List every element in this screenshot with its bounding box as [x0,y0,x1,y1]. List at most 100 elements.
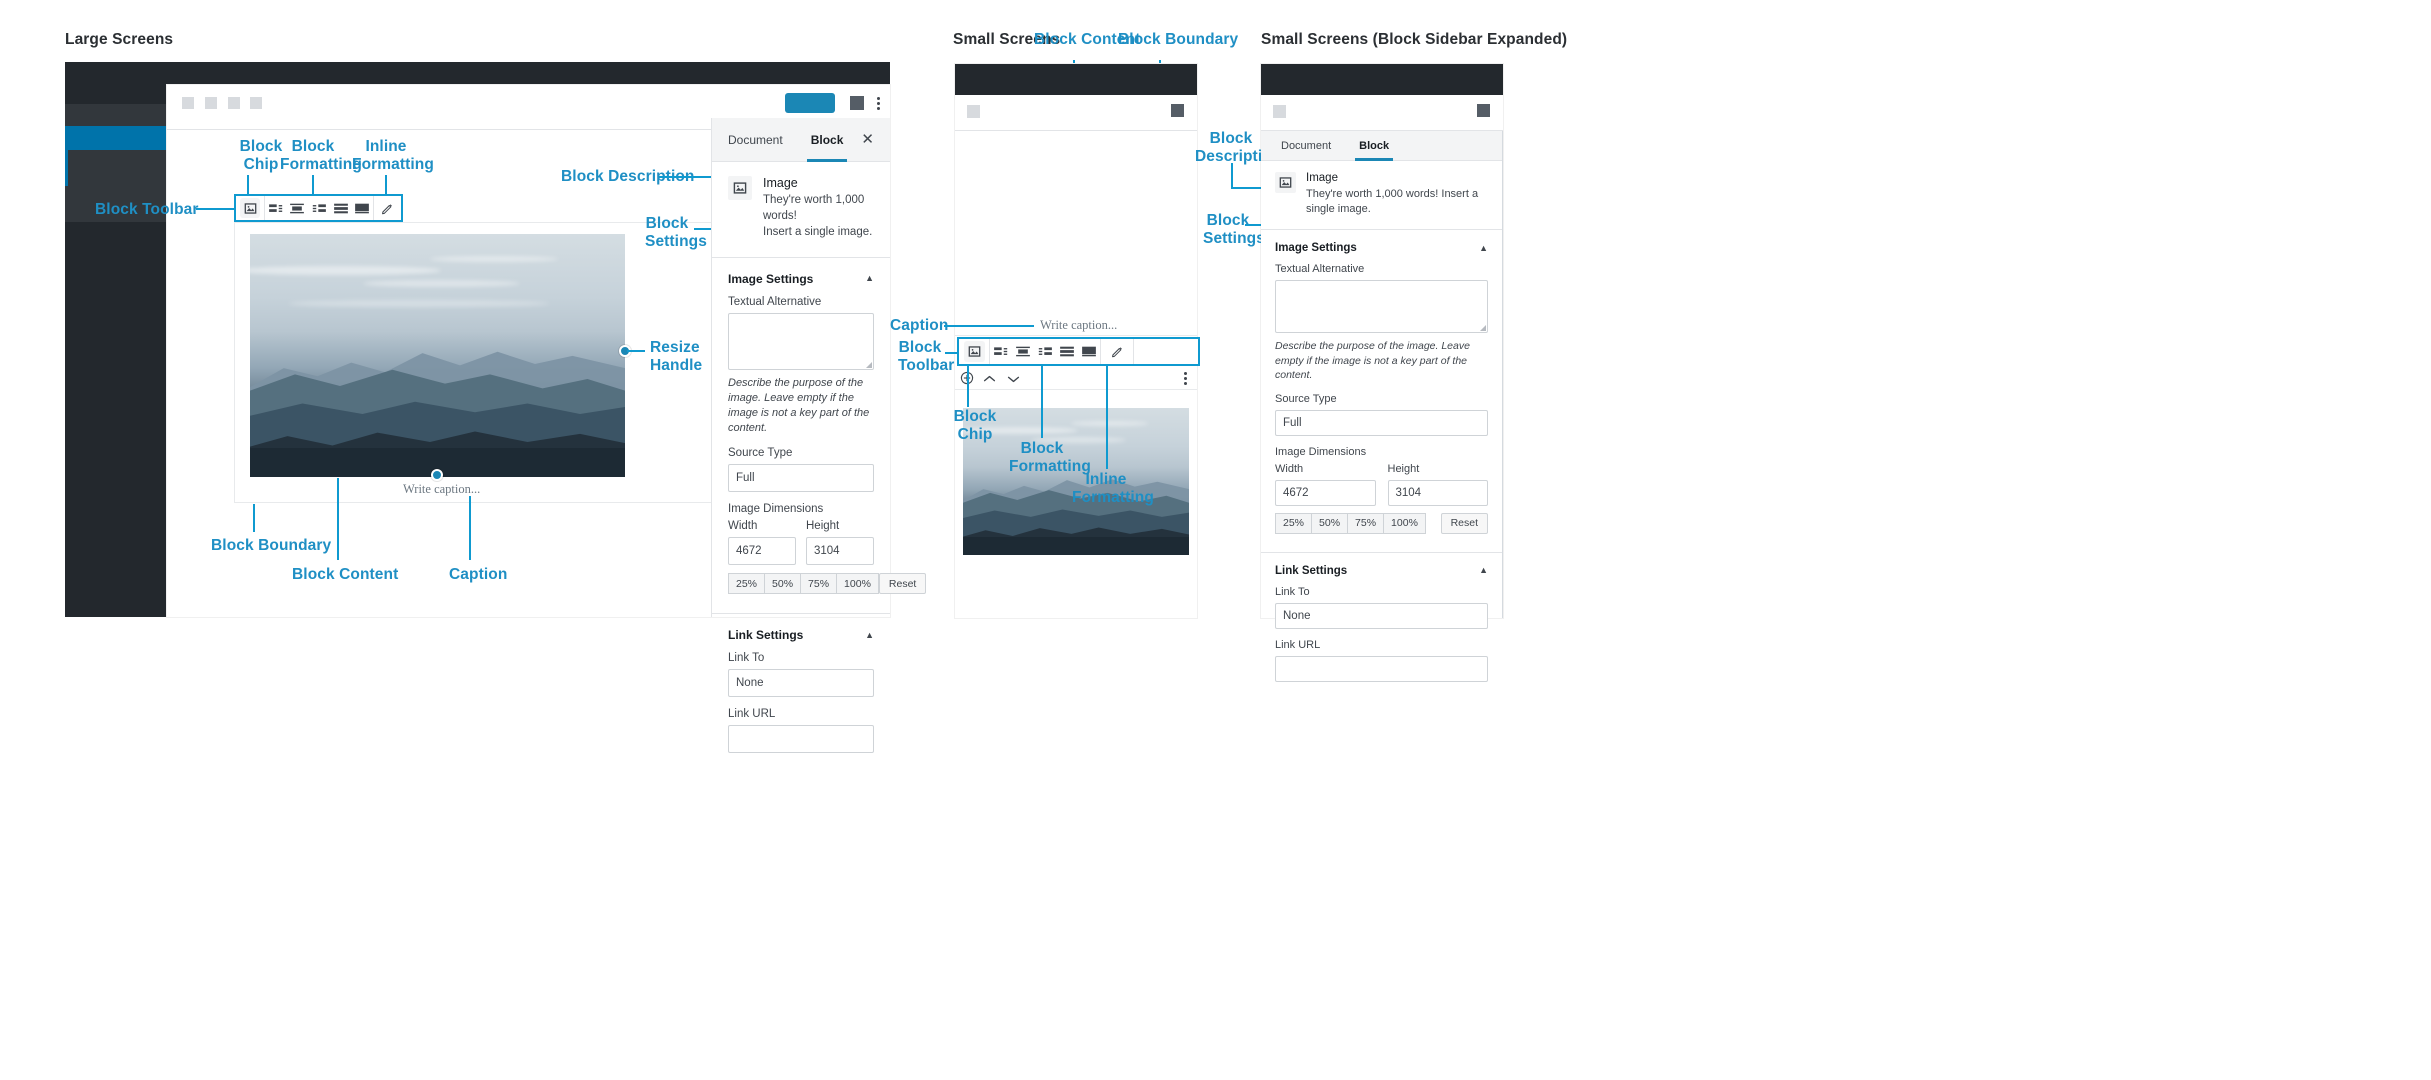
height-label-expanded: Height [1387,462,1420,475]
link-to-select-expanded[interactable]: None [1275,602,1488,629]
source-type-select-expanded[interactable]: Full [1275,409,1488,436]
link-settings-heading-expanded: Link Settings [1275,564,1348,577]
toolbar-align-left-large[interactable] [265,196,287,220]
caption-placeholder-large[interactable]: Write caption... [403,482,480,497]
scale-75-expanded[interactable]: 75% [1347,512,1385,534]
align-wide-icon [333,203,348,213]
toolbar-align-center-large[interactable] [287,196,309,220]
scale-50-expanded[interactable]: 50% [1311,512,1349,534]
link-settings-header-large[interactable]: Link Settings ▲ [712,614,890,652]
link-to-select-large[interactable]: None [728,669,874,698]
toolbar-block-chip-small[interactable] [959,339,989,364]
block-toolbar-large[interactable] [234,194,403,222]
textual-alternative-field-expanded: Textual Alternative Describe the purpose… [1261,263,1502,382]
block-description-card-expanded: Image They're worth 1,000 words! Insert … [1261,161,1502,231]
link-settings-header-expanded[interactable]: Link Settings ▲ [1261,553,1502,586]
scale-25-large[interactable]: 25% [728,573,766,595]
textual-alternative-label-expanded: Textual Alternative [1275,263,1365,276]
settings-toggle-large[interactable] [850,96,864,110]
block-content-image-large[interactable] [250,234,625,477]
annotation-block-chip-small: Block Chip [953,408,997,444]
link-url-input-large[interactable] [728,725,874,754]
caret-up-icon[interactable]: ▲ [1479,566,1488,575]
width-input-large[interactable]: 4672 [728,537,796,566]
annotation-block-formatting-large: Block Formatting [280,138,362,174]
caret-up-icon[interactable]: ▲ [865,630,874,640]
scale-25-expanded[interactable]: 25% [1275,512,1313,534]
link-url-input-expanded[interactable] [1275,655,1488,682]
scale-100-large[interactable]: 100% [836,573,879,595]
toolbar-align-full-small[interactable] [1078,339,1100,364]
toolbar-align-left-small[interactable] [990,339,1012,364]
link-url-label-expanded: Link URL [1275,638,1321,651]
mobile-admin-bar-small [955,64,1197,95]
toolbar-edit-pencil-large[interactable] [374,196,401,220]
more-options-large[interactable] [871,94,885,112]
header-placeholder-1[interactable] [182,97,194,109]
tab-document-large[interactable]: Document [728,118,797,161]
scale-75-large[interactable]: 75% [800,573,838,595]
move-up-icon[interactable] [983,372,996,384]
header-placeholder-3[interactable] [228,97,240,109]
mobile-menu-icon-expanded[interactable] [1273,105,1286,118]
tab-block-expanded[interactable]: Block [1345,131,1403,161]
annotation-caption-small: Caption [890,317,949,334]
toolbar-align-center-small[interactable] [1012,339,1034,364]
height-input-large[interactable]: 3104 [806,537,874,566]
image-block-chip-icon [968,346,980,357]
section-title-small-expanded: Small Screens (Block Sidebar Expanded) [1261,31,1568,48]
reset-button-large[interactable]: Reset [878,573,927,595]
image-settings-header-large[interactable]: Image Settings ▲ [712,258,890,296]
resize-handle-bottom-large[interactable] [431,469,443,481]
block-desc-line-1-large: They're worth 1,000 words! [763,194,865,222]
caret-up-icon[interactable]: ▲ [865,274,874,283]
header-placeholder-4[interactable] [250,97,262,109]
mobile-menu-icon-small[interactable] [967,105,980,118]
width-input-expanded[interactable]: 4672 [1275,479,1376,506]
leader-block-formatting-small [1041,366,1043,438]
align-full-icon [1082,346,1096,357]
more-options-icon[interactable] [1180,371,1190,385]
toolbar-align-right-small[interactable] [1034,339,1056,364]
toolbar-align-wide-large[interactable] [330,196,352,220]
toolbar-align-right-large[interactable] [308,196,330,220]
block-boundary-area-small[interactable] [955,131,1197,336]
move-down-icon[interactable] [1007,372,1020,384]
link-to-field-large: Link To None [712,652,890,698]
caret-up-icon[interactable]: ▲ [1479,243,1488,253]
mobile-settings-toggle-small[interactable] [1171,104,1184,117]
publish-button-large[interactable] [785,93,835,113]
image-settings-heading-expanded: Image Settings [1275,242,1357,255]
caption-placeholder-small[interactable]: Write caption... [1040,318,1117,333]
link-to-field-expanded: Link To None [1261,586,1502,629]
close-icon[interactable]: ✕ [861,132,874,147]
tab-block-large[interactable]: Block [797,118,858,162]
leader-caption-small [944,325,1034,327]
toolbar-block-chip-large[interactable] [236,196,264,220]
reset-button-expanded[interactable]: Reset [1440,512,1488,534]
section-title-large-screens: Large Screens [65,31,174,48]
leader-block-toolbar-large [196,208,235,210]
toolbar-align-full-large[interactable] [351,196,373,220]
scale-100-expanded[interactable]: 100% [1383,512,1426,534]
height-label-large: Height [806,520,840,533]
block-toolbar-small[interactable] [957,337,1200,366]
leader-resize-handle-large [627,350,645,352]
align-wide-icon [1060,346,1074,357]
header-placeholder-2[interactable] [205,97,217,109]
toolbar-align-wide-small[interactable] [1056,339,1078,364]
textual-alternative-input-expanded[interactable] [1275,280,1488,334]
scale-50-large[interactable]: 50% [764,573,802,595]
textual-alternative-label-large: Textual Alternative [728,295,822,308]
source-type-select-large[interactable]: Full [728,464,874,493]
tab-document-expanded[interactable]: Document [1281,131,1345,160]
leader-block-chip-small [967,366,969,407]
height-input-expanded[interactable]: 3104 [1387,479,1488,506]
image-settings-header-expanded[interactable]: Image Settings ▲ [1261,230,1502,263]
mobile-settings-toggle-expanded[interactable] [1477,104,1490,117]
align-right-icon [312,203,326,212]
annotation-inline-formatting-large: Inline Formatting [352,138,434,174]
toolbar-edit-pencil-small[interactable] [1101,339,1133,364]
textual-alternative-input-large[interactable] [728,312,874,370]
admin-menu-active-item[interactable] [65,126,167,150]
